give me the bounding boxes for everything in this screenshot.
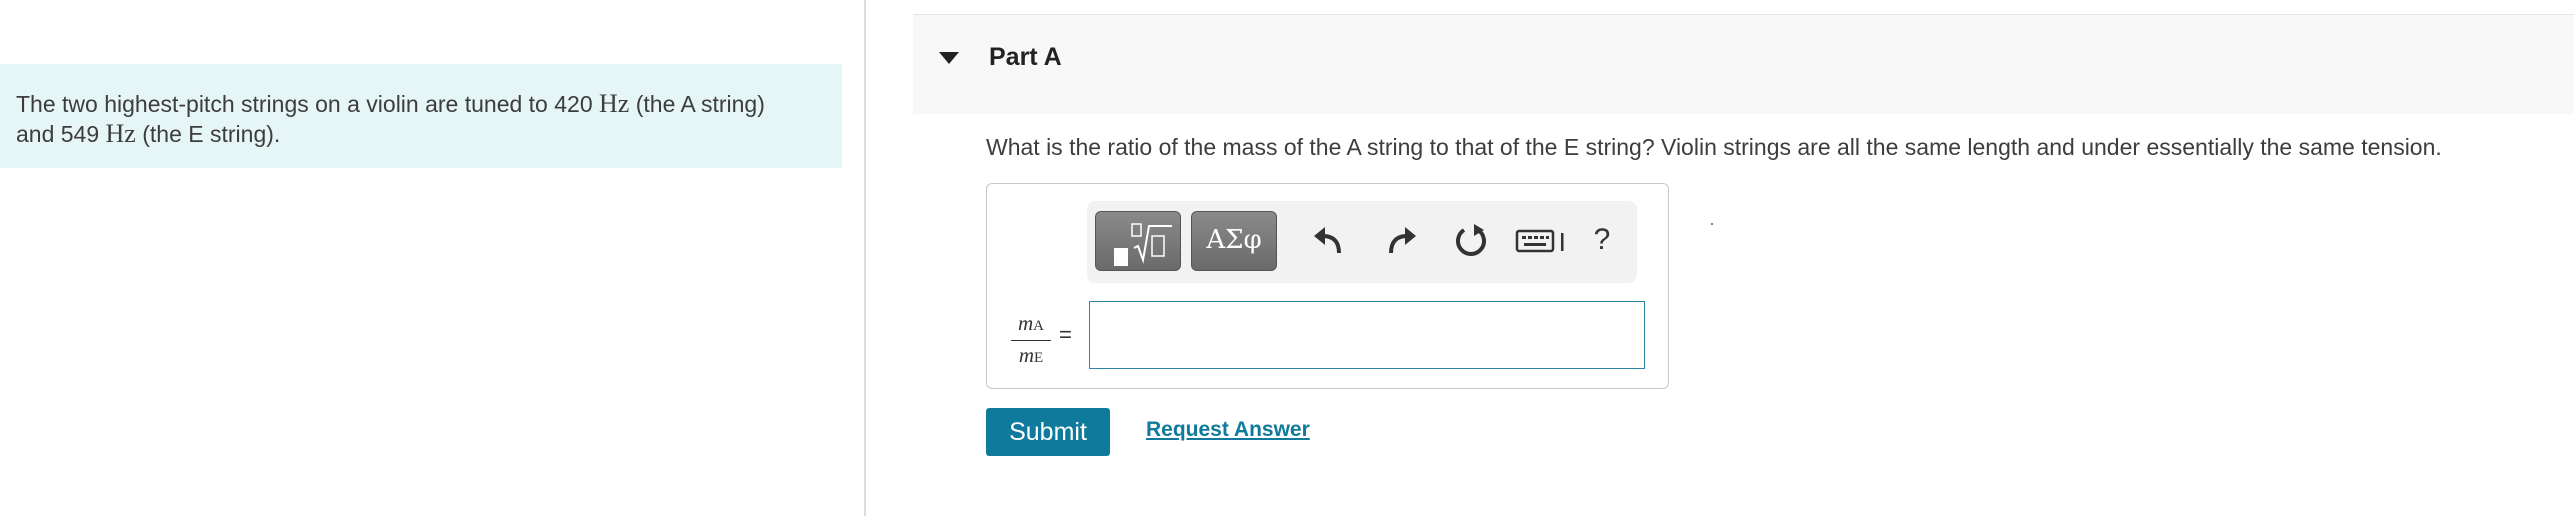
page: The two highest-pitch strings on a violi… xyxy=(0,0,2574,516)
question-text: What is the ratio of the mass of the A s… xyxy=(986,134,2442,160)
collapse-caret-icon[interactable] xyxy=(939,52,959,64)
symbols-button[interactable]: ΑΣφ xyxy=(1191,211,1277,271)
unit-hz-2: Hz xyxy=(105,119,136,148)
denominator-sub: E xyxy=(1034,350,1044,366)
numerator-sub: A xyxy=(1033,318,1044,334)
part-title: Part A xyxy=(989,43,1062,71)
problem-pane: The two highest-pitch strings on a violi… xyxy=(0,0,866,516)
help-icon[interactable]: ? xyxy=(1587,223,1617,263)
templates-square-icon xyxy=(1114,248,1128,266)
toolbar-dot xyxy=(1711,223,1713,225)
intro-text-2: (the A string) xyxy=(629,91,765,117)
request-answer-link[interactable]: Request Answer xyxy=(1146,418,1310,442)
redo-icon[interactable] xyxy=(1381,221,1421,261)
numerator: mA xyxy=(1011,310,1051,339)
math-toolbar: ΑΣφ ? xyxy=(1087,201,1713,283)
denominator-var: m xyxy=(1018,343,1034,367)
numerator-var: m xyxy=(1017,311,1034,335)
part-a-header[interactable]: Part A xyxy=(913,14,2574,114)
intro-text-3: and 549 xyxy=(16,121,106,147)
intro-text-1: The two highest-pitch strings on a violi… xyxy=(16,91,600,117)
templates-button[interactable] xyxy=(1095,211,1181,271)
symbols-icon: ΑΣφ xyxy=(1206,225,1262,255)
unit-hz-1: Hz xyxy=(599,89,630,118)
submit-button[interactable]: Submit xyxy=(986,408,1110,456)
undo-icon[interactable] xyxy=(1309,221,1349,261)
equals-sign: = xyxy=(1059,322,1072,347)
keyboard-icon[interactable] xyxy=(1515,221,1569,261)
answer-box: ΑΣφ ? mA mE = xyxy=(986,183,1713,389)
fraction-bar xyxy=(1011,340,1051,341)
problem-intro: The two highest-pitch strings on a violi… xyxy=(0,64,842,168)
denominator: mE xyxy=(1011,342,1051,371)
part-pane: Part A What is the ratio of the mass of … xyxy=(868,0,2574,516)
ratio-label: mA mE xyxy=(1011,310,1051,371)
answer-input[interactable] xyxy=(1089,301,1645,369)
reset-icon[interactable] xyxy=(1451,221,1491,261)
intro-text-4: (the E string). xyxy=(135,121,281,147)
templates-icon xyxy=(1131,223,1172,264)
